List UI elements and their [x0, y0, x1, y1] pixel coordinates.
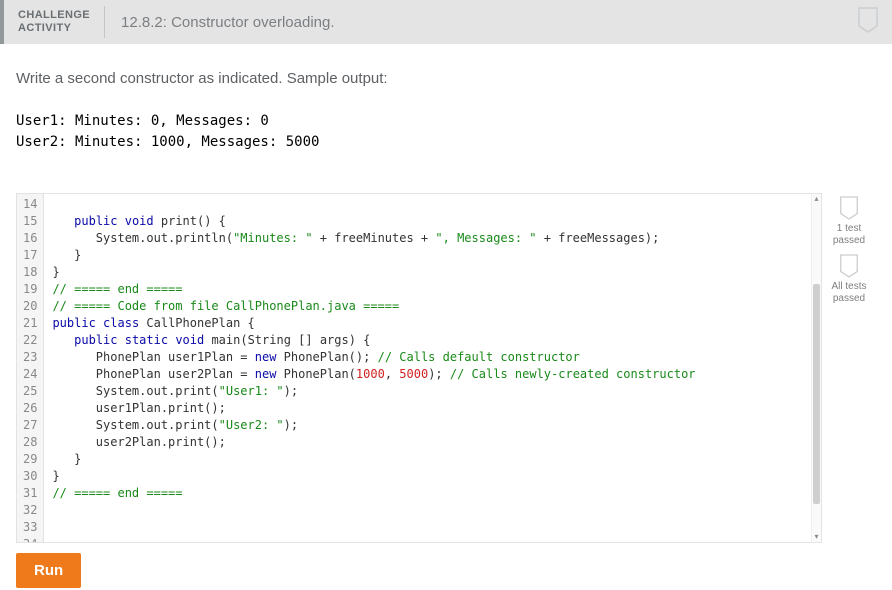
activity-badge: CHALLENGE ACTIVITY [4, 6, 105, 38]
activity-badge-l2: ACTIVITY [18, 22, 90, 35]
test-badge-2: All testspassed [831, 253, 866, 305]
code-body[interactable]: public void print() { System.out.println… [44, 194, 811, 542]
prompt-text: Write a second constructor as indicated.… [16, 70, 876, 87]
code-editor[interactable]: 1415161718192021222324252627282930313233… [16, 193, 822, 543]
scroll-thumb[interactable] [813, 284, 820, 504]
test-badge-1-label: 1 testpassed [833, 223, 865, 247]
activity-badge-l1: CHALLENGE [18, 9, 90, 22]
content-area: Write a second constructor as indicated.… [0, 44, 892, 588]
shield-icon [838, 195, 860, 221]
scroll-down-icon[interactable]: ▾ [812, 532, 821, 542]
activity-header: CHALLENGE ACTIVITY 12.8.2: Constructor o… [0, 0, 892, 44]
scroll-up-icon[interactable]: ▴ [812, 194, 821, 204]
line-gutter: 1415161718192021222324252627282930313233… [17, 194, 44, 542]
code-area: 1415161718192021222324252627282930313233… [16, 193, 876, 543]
test-badge-2-label: All testspassed [831, 281, 866, 305]
editor-scrollbar[interactable]: ▴ ▾ [811, 194, 821, 542]
run-button[interactable]: Run [16, 553, 81, 588]
activity-title: 12.8.2: Constructor overloading. [105, 14, 334, 31]
test-results-panel: 1 testpassed All testspassed [822, 193, 876, 305]
shield-icon [838, 253, 860, 279]
sample-output: User1: Minutes: 0, Messages: 0 User2: Mi… [16, 111, 876, 153]
test-badge-1: 1 testpassed [833, 195, 865, 247]
run-row: Run [16, 553, 876, 588]
